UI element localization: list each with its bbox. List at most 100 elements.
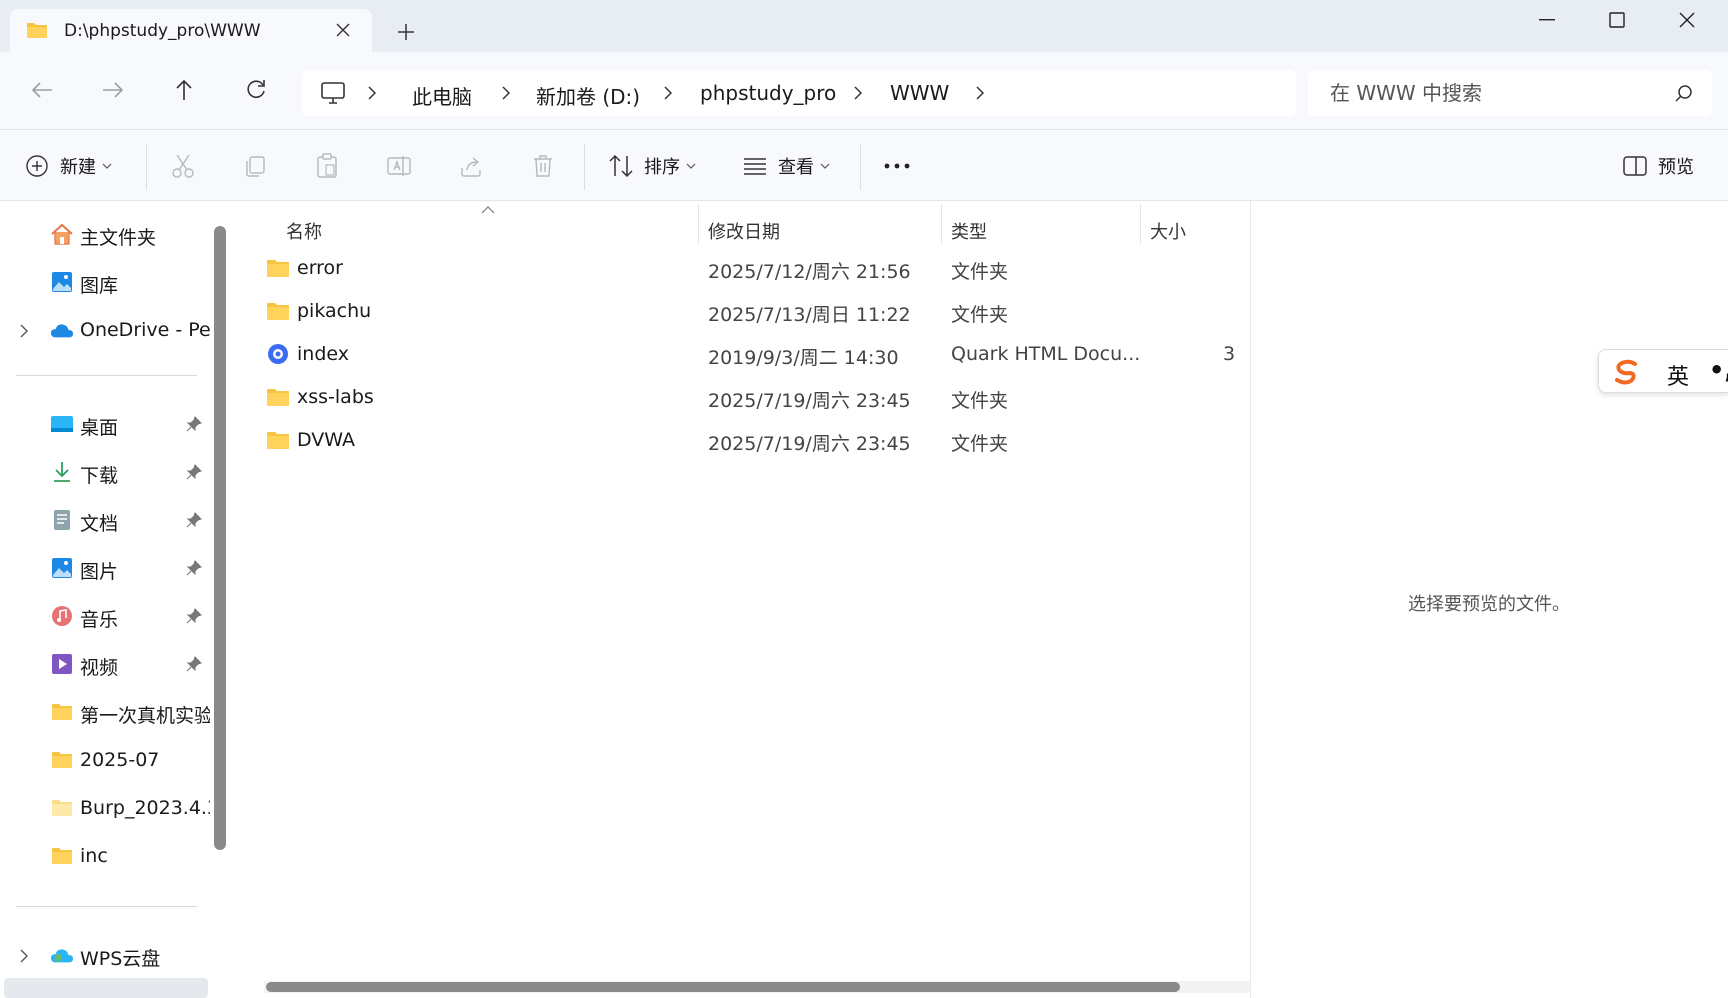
table-row[interactable]: index 2019/9/3/周二 14:30 Quark HTML Docu.… bbox=[240, 332, 1250, 375]
refresh-button[interactable] bbox=[236, 72, 276, 108]
rename-button[interactable] bbox=[384, 148, 414, 184]
desktop-icon bbox=[50, 413, 74, 435]
toolbar-divider bbox=[860, 144, 861, 190]
sort-icon bbox=[606, 151, 636, 181]
maximize-button[interactable] bbox=[1582, 0, 1652, 40]
tab-close-button[interactable] bbox=[330, 17, 356, 43]
horizontal-scrollbar-thumb[interactable] bbox=[266, 982, 1180, 992]
sidebar-item-this-pc[interactable] bbox=[4, 978, 208, 998]
chevron-down-icon bbox=[820, 161, 830, 171]
breadcrumb-drive-d[interactable]: 新加卷 (D:) bbox=[536, 81, 640, 110]
minimize-button[interactable] bbox=[1512, 0, 1582, 40]
breadcrumb-phpstudy-pro[interactable]: phpstudy_pro bbox=[700, 81, 836, 105]
sidebar-item-gallery[interactable]: 图库 bbox=[0, 262, 206, 302]
sidebar-item-videos[interactable]: 视频 bbox=[0, 644, 206, 684]
chevron-right-icon[interactable] bbox=[972, 84, 988, 102]
sidebar-item-folder[interactable]: 2025-07 bbox=[0, 740, 206, 780]
sidebar-item-folder[interactable]: Burp_2023.4.3 bbox=[0, 788, 210, 828]
tab-active[interactable]: D:\phpstudy_pro\WWW bbox=[10, 9, 372, 52]
share-button[interactable] bbox=[456, 148, 486, 184]
sidebar-item-desktop[interactable]: 桌面 bbox=[0, 404, 206, 444]
ime-punctuation-toggle[interactable]: •, bbox=[1709, 356, 1728, 384]
cloud-icon bbox=[50, 319, 74, 341]
command-bar: 新建 排序 查看 预览 bbox=[0, 129, 1728, 201]
navigation-bar: 此电脑 新加卷 (D:) phpstudy_pro WWW bbox=[0, 52, 1728, 129]
back-button[interactable] bbox=[22, 72, 62, 108]
new-tab-button[interactable] bbox=[390, 16, 422, 48]
ime-toolbar[interactable]: 英 •, bbox=[1598, 349, 1728, 393]
search-input[interactable] bbox=[1330, 80, 1660, 106]
search-icon[interactable] bbox=[1674, 84, 1694, 104]
folder-icon bbox=[266, 429, 290, 451]
trash-icon bbox=[528, 151, 558, 181]
sidebar-item-downloads[interactable]: 下载 bbox=[0, 452, 206, 492]
minimize-icon bbox=[1539, 19, 1555, 21]
pin-icon[interactable] bbox=[186, 464, 202, 480]
folder-icon bbox=[50, 701, 74, 723]
sort-button[interactable]: 排序 bbox=[606, 148, 696, 184]
sogou-logo-icon[interactable] bbox=[1611, 357, 1641, 387]
pin-icon[interactable] bbox=[186, 416, 202, 432]
close-icon bbox=[1679, 12, 1695, 28]
new-button[interactable]: 新建 bbox=[22, 148, 112, 184]
breadcrumb-this-pc[interactable]: 此电脑 bbox=[412, 81, 472, 110]
view-button[interactable]: 查看 bbox=[740, 148, 830, 184]
preview-button[interactable]: 预览 bbox=[1620, 148, 1694, 184]
column-divider[interactable] bbox=[698, 204, 699, 244]
sidebar-item-folder[interactable]: inc bbox=[0, 836, 206, 876]
sidebar-item-folder[interactable]: 第一次真机实验 bbox=[0, 692, 210, 732]
forward-button[interactable] bbox=[93, 72, 133, 108]
sidebar-scrollbar[interactable] bbox=[214, 226, 226, 850]
sidebar-item-documents[interactable]: 文档 bbox=[0, 500, 206, 540]
column-header-size[interactable]: 大小 bbox=[1150, 211, 1186, 251]
copy-button[interactable] bbox=[240, 148, 270, 184]
table-row[interactable]: DVWA 2025/7/19/周六 23:45 文件夹 bbox=[240, 418, 1250, 461]
sidebar-item-label: 图库 bbox=[80, 275, 119, 297]
document-icon bbox=[50, 509, 74, 531]
sidebar-item-onedrive[interactable]: OneDrive - Per bbox=[0, 310, 210, 350]
chevron-right-icon[interactable] bbox=[660, 84, 676, 102]
chevron-right-icon[interactable] bbox=[364, 84, 380, 102]
sidebar-item-home[interactable]: 主文件夹 bbox=[0, 214, 206, 254]
file-type: 文件夹 bbox=[951, 304, 1009, 326]
breadcrumb-www[interactable]: WWW bbox=[890, 81, 949, 105]
chevron-right-icon[interactable] bbox=[20, 323, 32, 338]
cut-button[interactable] bbox=[168, 148, 198, 184]
sidebar-item-label: 视频 bbox=[80, 657, 119, 679]
ime-language-toggle[interactable]: 英 bbox=[1667, 359, 1689, 391]
quark-html-icon bbox=[266, 343, 290, 365]
column-divider[interactable] bbox=[1140, 204, 1141, 244]
address-bar[interactable]: 此电脑 新加卷 (D:) phpstudy_pro WWW bbox=[302, 70, 1296, 116]
pin-icon[interactable] bbox=[186, 560, 202, 576]
pin-icon[interactable] bbox=[186, 512, 202, 528]
pin-icon[interactable] bbox=[186, 656, 202, 672]
sidebar-item-label: Burp_2023.4.3 bbox=[80, 797, 210, 819]
chevron-right-icon[interactable] bbox=[850, 84, 866, 102]
table-row[interactable]: pikachu 2025/7/13/周日 11:22 文件夹 bbox=[240, 289, 1250, 332]
table-row[interactable]: error 2025/7/12/周六 21:56 文件夹 bbox=[240, 246, 1250, 289]
refresh-icon bbox=[247, 80, 265, 98]
close-window-button[interactable] bbox=[1652, 0, 1722, 40]
column-header-type[interactable]: 类型 bbox=[951, 211, 987, 251]
column-header-name[interactable]: 名称 bbox=[286, 211, 322, 251]
sidebar-item-wps-cloud[interactable]: WPS云盘 bbox=[0, 935, 206, 975]
folder-icon bbox=[266, 386, 290, 408]
delete-button[interactable] bbox=[528, 148, 558, 184]
folder-icon bbox=[266, 257, 290, 279]
file-date: 2025/7/19/周六 23:45 bbox=[708, 390, 911, 412]
chevron-right-icon[interactable] bbox=[498, 84, 514, 102]
sidebar-item-music[interactable]: 音乐 bbox=[0, 596, 206, 636]
paste-button[interactable] bbox=[312, 148, 342, 184]
chevron-right-icon[interactable] bbox=[20, 948, 32, 963]
preview-button-label: 预览 bbox=[1658, 157, 1694, 178]
search-box[interactable] bbox=[1308, 70, 1712, 116]
more-options-button[interactable] bbox=[882, 148, 912, 184]
file-type: 文件夹 bbox=[951, 261, 1009, 283]
column-divider[interactable] bbox=[941, 204, 942, 244]
pin-icon[interactable] bbox=[186, 608, 202, 624]
up-button[interactable] bbox=[164, 72, 204, 108]
sidebar-item-label: 文档 bbox=[80, 513, 119, 535]
column-header-date[interactable]: 修改日期 bbox=[708, 211, 780, 251]
sidebar-item-pictures[interactable]: 图片 bbox=[0, 548, 206, 588]
table-row[interactable]: xss-labs 2025/7/19/周六 23:45 文件夹 bbox=[240, 375, 1250, 418]
